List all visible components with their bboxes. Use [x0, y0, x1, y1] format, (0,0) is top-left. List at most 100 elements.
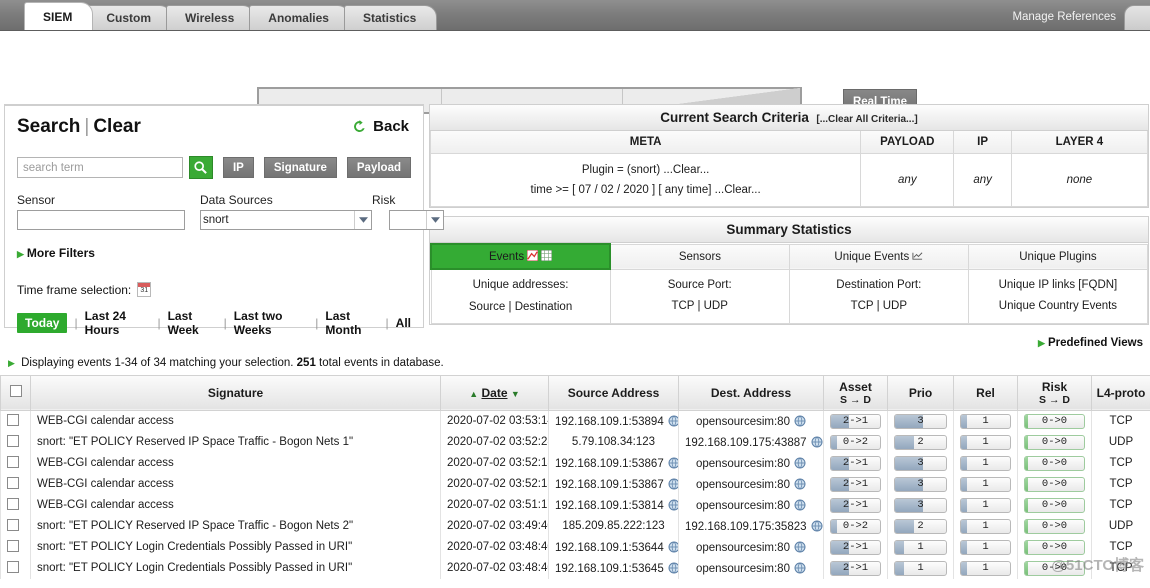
- cell-risk[interactable]: 0->0: [1017, 431, 1092, 453]
- risk-select[interactable]: [389, 210, 444, 230]
- clear-link[interactable]: Clear: [93, 116, 141, 137]
- header-dest-address[interactable]: Dest. Address: [678, 374, 824, 411]
- tab-siem[interactable]: SIEM: [24, 2, 94, 30]
- summary-line-1[interactable]: Destination Port:: [792, 275, 966, 296]
- globe-icon[interactable]: [668, 415, 679, 427]
- cell-dest-address[interactable]: opensourcesim:80: [678, 452, 824, 474]
- range-last-24-hours[interactable]: Last 24 Hours: [85, 309, 151, 337]
- cell-checkbox[interactable]: [0, 473, 31, 495]
- header-asset[interactable]: Asset S → D: [823, 374, 888, 411]
- range-all[interactable]: All: [396, 316, 411, 330]
- table-row[interactable]: snort: "ET POLICY Reserved IP Space Traf…: [0, 431, 1150, 453]
- select-all-header[interactable]: [0, 374, 31, 411]
- cell-signature[interactable]: WEB-CGI calendar access: [30, 410, 441, 432]
- cell-risk[interactable]: 0->0: [1017, 410, 1092, 432]
- cell-risk[interactable]: 0->0: [1017, 473, 1092, 495]
- row-checkbox[interactable]: [7, 497, 19, 510]
- cell-checkbox[interactable]: [0, 431, 31, 453]
- cell-asset[interactable]: 2->1: [823, 473, 888, 495]
- search-link[interactable]: Search: [17, 116, 80, 137]
- cell-source-address[interactable]: 185.209.85.222:123: [548, 515, 679, 537]
- cell-prio[interactable]: 2: [887, 431, 954, 453]
- cell-rel[interactable]: 1: [953, 431, 1018, 453]
- header-date[interactable]: ▲ Date ▼: [440, 374, 549, 411]
- cell-signature[interactable]: WEB-CGI calendar access: [30, 452, 441, 474]
- summary-line-1[interactable]: Source Port:: [613, 275, 787, 296]
- cell-source-address[interactable]: 192.168.109.1:53645: [548, 557, 679, 579]
- criteria-meta-time[interactable]: time >= [ 07 / 02 / 2020 ] [ any time] .…: [435, 180, 856, 200]
- header-prio[interactable]: Prio: [887, 374, 954, 411]
- table-row[interactable]: WEB-CGI calendar access 2020-07-02 03:51:…: [0, 494, 1150, 516]
- table-row[interactable]: WEB-CGI calendar access 2020-07-02 03:52:…: [0, 473, 1150, 495]
- cell-risk[interactable]: 0->0: [1017, 494, 1092, 516]
- search-submit-button[interactable]: [189, 156, 213, 179]
- summary-line-1[interactable]: Unique addresses:: [434, 275, 608, 296]
- table-row[interactable]: snort: "ET POLICY Reserved IP Space Traf…: [0, 515, 1150, 537]
- globe-icon[interactable]: [668, 457, 679, 469]
- summary-line-2[interactable]: Unique Country Events: [971, 296, 1145, 317]
- range-last-two-weeks[interactable]: Last two Weeks: [234, 309, 309, 337]
- filter-ip-button[interactable]: IP: [222, 157, 254, 178]
- criteria-meta-plugin[interactable]: Plugin = (snort) ...Clear...: [435, 160, 856, 180]
- trend-line-icon[interactable]: [912, 250, 923, 261]
- cell-asset[interactable]: 0->2: [823, 431, 888, 453]
- cell-rel[interactable]: 1: [953, 515, 1018, 537]
- globe-icon[interactable]: [794, 415, 806, 427]
- cell-signature[interactable]: snort: "ET POLICY Reserved IP Space Traf…: [30, 515, 441, 537]
- tab-anomalies[interactable]: Anomalies: [249, 5, 350, 30]
- cell-risk[interactable]: 0->0: [1017, 452, 1092, 474]
- cell-signature[interactable]: WEB-CGI calendar access: [30, 494, 441, 516]
- cell-asset[interactable]: 2->1: [823, 452, 888, 474]
- cell-dest-address[interactable]: opensourcesim:80: [678, 536, 824, 558]
- summary-head-sensors[interactable]: Sensors: [609, 243, 790, 270]
- range-last-month[interactable]: Last Month: [325, 309, 378, 337]
- summary-head-unique-plugins[interactable]: Unique Plugins: [967, 243, 1149, 270]
- row-checkbox[interactable]: [7, 539, 19, 552]
- summary-head-unique-events[interactable]: Unique Events: [788, 243, 969, 270]
- summary-line-2[interactable]: TCP | UDP: [613, 296, 787, 317]
- cell-source-address[interactable]: 192.168.109.1:53867: [548, 452, 679, 474]
- cell-risk[interactable]: 0->0: [1017, 515, 1092, 537]
- range-last-week[interactable]: Last Week: [168, 309, 217, 337]
- back-button[interactable]: Back: [352, 118, 409, 135]
- globe-icon[interactable]: [668, 478, 679, 490]
- cell-source-address[interactable]: 5.79.108.34:123: [548, 431, 679, 453]
- cell-asset[interactable]: 2->1: [823, 494, 888, 516]
- cell-dest-address[interactable]: opensourcesim:80: [678, 494, 824, 516]
- row-checkbox[interactable]: [7, 413, 19, 426]
- cell-signature[interactable]: snort: "ET POLICY Reserved IP Space Traf…: [30, 431, 441, 453]
- header-risk[interactable]: Risk S → D: [1017, 374, 1092, 411]
- filter-payload-button[interactable]: Payload: [346, 157, 411, 178]
- cell-prio[interactable]: 2: [887, 515, 954, 537]
- globe-icon[interactable]: [794, 478, 806, 490]
- cell-dest-address[interactable]: opensourcesim:80: [678, 410, 824, 432]
- sensor-input[interactable]: [17, 210, 185, 230]
- cell-risk[interactable]: 0->0: [1017, 536, 1092, 558]
- globe-icon[interactable]: [794, 499, 806, 511]
- select-all-checkbox[interactable]: [9, 385, 22, 398]
- cell-dest-address[interactable]: 192.168.109.175:35823: [678, 515, 824, 537]
- tab-custom[interactable]: Custom: [87, 5, 173, 30]
- row-checkbox[interactable]: [7, 476, 19, 489]
- cell-prio[interactable]: 1: [887, 536, 954, 558]
- cell-checkbox[interactable]: [0, 452, 31, 474]
- summary-line-2[interactable]: Source | Destination: [434, 297, 608, 318]
- globe-icon[interactable]: [794, 457, 806, 469]
- cell-rel[interactable]: 1: [953, 473, 1018, 495]
- cell-asset[interactable]: 2->1: [823, 557, 888, 579]
- globe-icon[interactable]: [668, 541, 679, 553]
- cell-signature[interactable]: snort: "ET POLICY Login Credentials Poss…: [30, 536, 441, 558]
- cell-dest-address[interactable]: opensourcesim:80: [678, 557, 824, 579]
- tab-wireless[interactable]: Wireless: [166, 5, 256, 30]
- cell-dest-address[interactable]: opensourcesim:80: [678, 473, 824, 495]
- row-checkbox[interactable]: [7, 560, 19, 573]
- table-row[interactable]: snort: "ET POLICY Login Credentials Poss…: [0, 557, 1150, 579]
- summary-line-1[interactable]: Unique IP links [FQDN]: [971, 275, 1145, 296]
- globe-icon[interactable]: [811, 436, 823, 448]
- more-filters-toggle[interactable]: ▶ More Filters: [17, 246, 411, 260]
- cell-rel[interactable]: 1: [953, 494, 1018, 516]
- cell-checkbox[interactable]: [0, 557, 31, 579]
- cell-prio[interactable]: 3: [887, 452, 954, 474]
- summary-line-2[interactable]: TCP | UDP: [792, 296, 966, 317]
- cell-rel[interactable]: 1: [953, 557, 1018, 579]
